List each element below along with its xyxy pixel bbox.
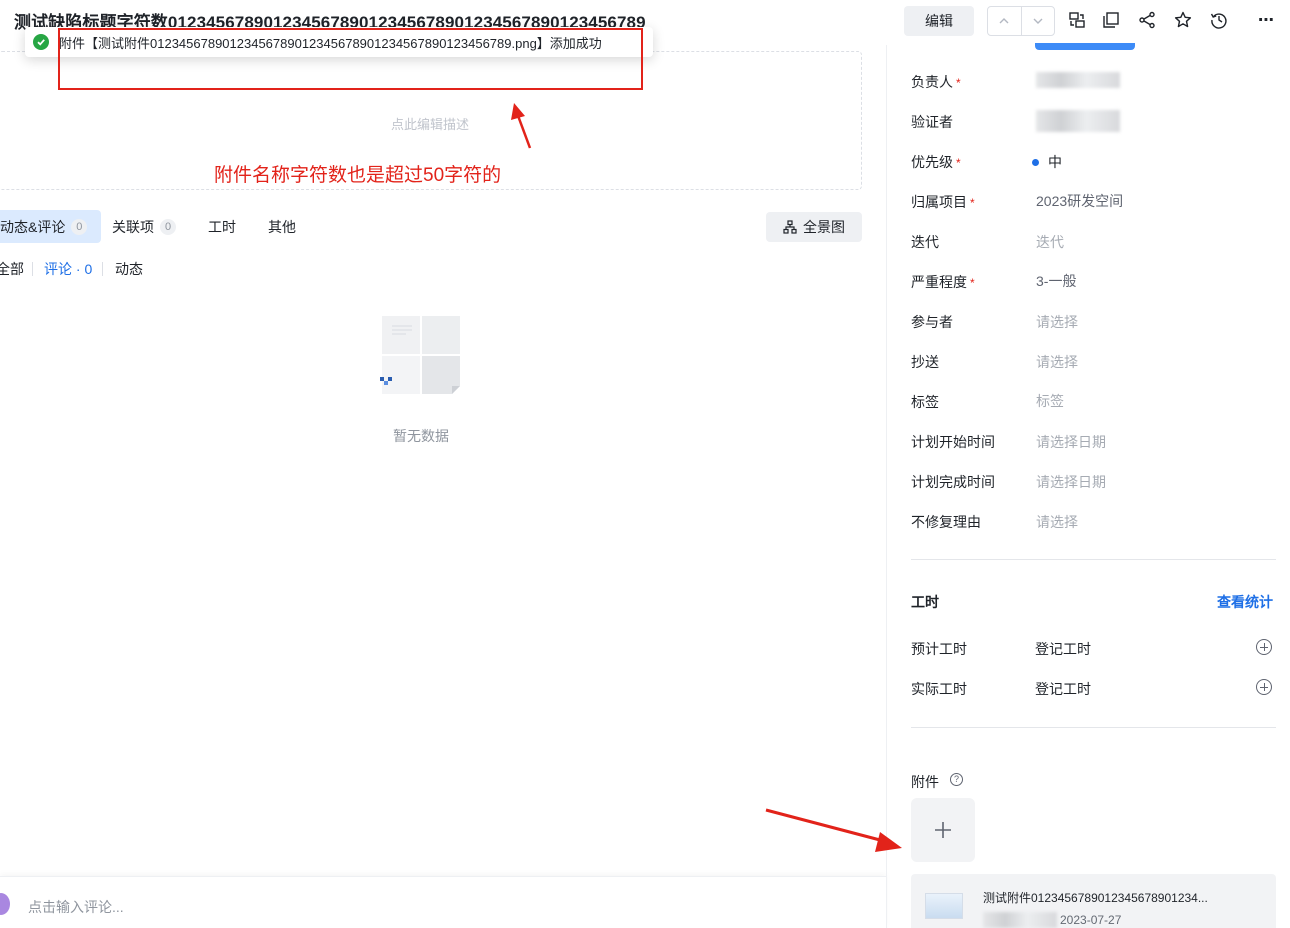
avatar [0,893,10,915]
plus-icon [935,822,951,838]
participants-value[interactable]: 请选择 [1036,312,1078,332]
history-icon[interactable] [1208,9,1230,31]
actual-worktime-label: 实际工时 [911,681,967,697]
chevron-up-icon[interactable] [988,7,1021,35]
panorama-button[interactable]: 全景图 [766,212,862,242]
upload-attachment-button[interactable] [911,798,975,862]
filter-divider [102,262,103,276]
convert-icon[interactable] [1066,9,1088,31]
project-value[interactable]: 2023研发空间 [1036,191,1123,211]
tab-activity-comments[interactable]: 动态&评论 0 [0,210,102,243]
check-circle-icon [33,34,49,50]
more-icon[interactable]: ⋯ [1255,9,1277,31]
field-label-no-fix-reason: 不修复理由 [911,514,981,530]
copy-icon[interactable] [1100,9,1122,31]
field-label-assignee: 负责人 * [911,74,961,90]
empty-state-illustration [380,316,460,394]
comment-bar: 点击输入评论... [0,876,886,928]
tab-count-badge: 0 [71,218,88,235]
star-icon[interactable] [1172,9,1194,31]
tab-count-badge: 0 [160,218,176,235]
help-icon[interactable]: ? [950,773,963,786]
verifier-value-redacted[interactable] [1036,110,1120,132]
field-label-iteration: 迭代 [911,234,939,250]
chevron-down-icon[interactable] [1020,7,1055,35]
prev-next-nav [987,6,1055,36]
comment-input[interactable]: 点击输入评论... [28,897,124,917]
edit-button[interactable]: 编辑 [904,6,974,36]
field-label-plan-end: 计划完成时间 [911,474,995,490]
annotation-note: 附件名称字符数也是超过50字符的 [214,165,502,186]
field-label-priority: 优先级 * [911,154,961,170]
estimated-worktime-action[interactable]: 登记工时 [1035,639,1091,659]
field-label-tags: 标签 [911,394,939,410]
tab-label: 动态&评论 [0,218,66,235]
field-label-severity: 严重程度 * [911,274,975,290]
share-icon[interactable] [1136,9,1158,31]
filter-divider [32,262,33,276]
priority-value[interactable]: 中 [1032,152,1062,172]
filter-comments[interactable]: 评论 · 0 [44,259,92,279]
panorama-label: 全景图 [803,219,845,235]
tab-label: 关联项 [112,218,154,235]
tab-other[interactable]: 其他 [268,210,296,243]
hierarchy-icon [783,220,797,234]
plan-start-value[interactable]: 请选择日期 [1036,432,1106,452]
iteration-value[interactable]: 迭代 [1036,232,1064,252]
estimated-worktime-label: 预计工时 [911,641,967,657]
field-label-cc: 抄送 [911,354,939,370]
priority-dot-icon [1032,159,1039,167]
no-fix-reason-value[interactable]: 请选择 [1036,512,1078,532]
empty-state-text: 暂无数据 [393,428,449,444]
filter-all[interactable]: 全部 [0,259,24,279]
add-estimated-worktime-icon[interactable] [1256,639,1272,655]
cc-value[interactable]: 请选择 [1036,352,1078,372]
assignee-value-redacted[interactable] [1036,72,1120,88]
attachment-file-card[interactable]: 测试附件0123456789012345678901234... 2023-07… [911,874,1276,928]
panel-divider [886,45,887,928]
plan-end-value[interactable]: 请选择日期 [1036,472,1106,492]
uploader-redacted [983,912,1057,928]
field-label-participants: 参与者 [911,314,953,330]
defect-detail-page: 测试缺陷标题字符数0123456789012345678901234567890… [0,0,1290,928]
field-label-verifier: 验证者 [911,114,953,130]
field-label-plan-start: 计划开始时间 [911,434,995,450]
file-thumbnail [925,893,963,919]
attachment-file-date: 2023-07-27 [1060,913,1122,927]
description-placeholder: 点此编辑描述 [390,117,469,132]
view-stats-link[interactable]: 查看统计 [1217,592,1273,612]
attachments-title: 附件 [911,774,939,790]
worktime-section-title: 工时 [911,594,939,610]
severity-value[interactable]: 3-一般 [1036,271,1076,291]
field-label-project: 归属项目 * [911,194,975,210]
section-divider [911,727,1276,728]
tab-related-items[interactable]: 关联项 0 [112,210,176,243]
tab-worktime[interactable]: 工时 [208,210,236,243]
section-divider [911,559,1276,560]
actual-worktime-action[interactable]: 登记工时 [1035,679,1091,699]
tags-value[interactable]: 标签 [1036,391,1064,411]
annotation-highlight-box [58,28,643,90]
add-actual-worktime-icon[interactable] [1256,679,1272,695]
attachment-file-name: 测试附件0123456789012345678901234... [983,891,1208,905]
filter-activity[interactable]: 动态 [115,259,143,279]
status-pill[interactable] [1035,43,1135,50]
